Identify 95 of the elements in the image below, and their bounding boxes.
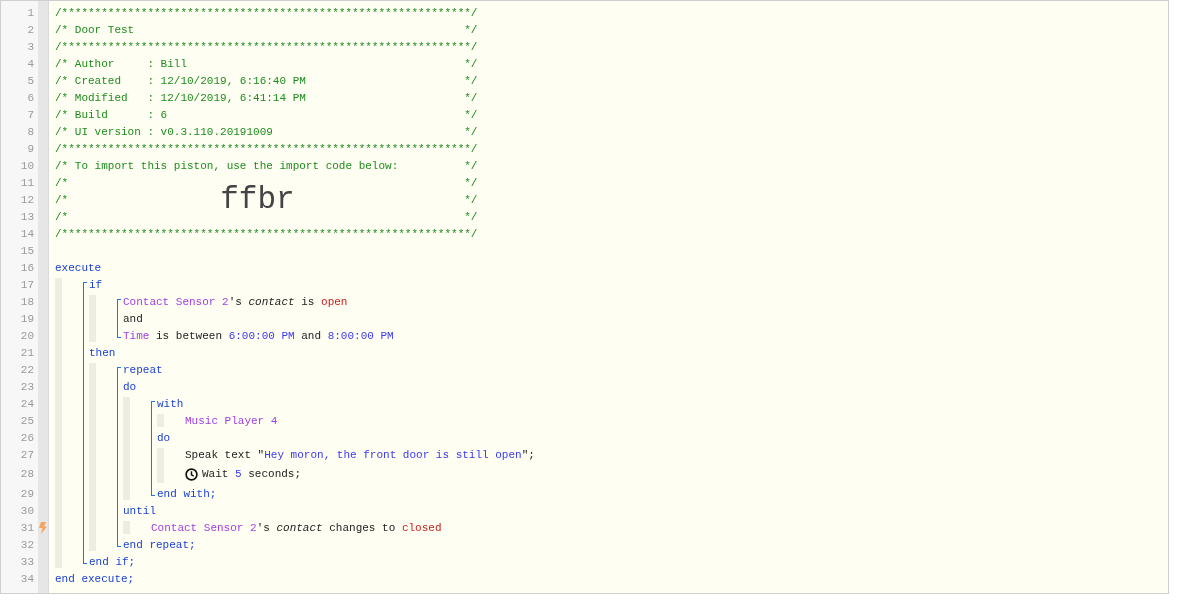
comment-text: */ xyxy=(464,210,478,223)
line-number: 1 xyxy=(27,6,34,19)
comment-text: */ xyxy=(464,74,478,87)
import-code: ffbr xyxy=(220,184,295,215)
line-number: 9 xyxy=(27,142,34,155)
code-text: and xyxy=(300,329,323,342)
comment-text: /* xyxy=(55,176,69,189)
code-text: 's xyxy=(256,521,271,534)
line-number: 27 xyxy=(20,448,34,461)
comment-text: /* Author : Bill xyxy=(55,57,188,70)
comment-text: /* To import this piston, use the import code below: xyxy=(55,159,399,172)
line-number: 11 xyxy=(20,176,34,189)
code-text: Speak text " xyxy=(185,448,265,461)
literal-value: 5 xyxy=(235,468,242,480)
device-name: Contact Sensor 2 xyxy=(151,521,257,534)
keyword: end repeat; xyxy=(123,538,196,551)
line-number: 5 xyxy=(27,74,34,87)
code-text: is xyxy=(300,295,316,308)
line-number: 19 xyxy=(20,312,34,325)
comment-text: */ xyxy=(464,57,478,70)
line-number: 12 xyxy=(20,193,34,206)
keyword: if xyxy=(89,278,103,291)
line-number: 14 xyxy=(20,227,34,240)
comment-text: /* UI version : v0.3.110.20191009 xyxy=(55,125,273,138)
line-number: 25 xyxy=(20,414,34,427)
comment-text: */ xyxy=(464,108,478,121)
code-text: 's xyxy=(228,295,243,308)
line-number: 2 xyxy=(27,23,34,36)
line-number: 16 xyxy=(20,261,34,274)
keyword: until xyxy=(123,504,156,517)
comment-text: */ xyxy=(464,23,478,36)
keyword: end execute; xyxy=(55,572,135,585)
comment-text: /* xyxy=(55,210,69,223)
line-number: 8 xyxy=(27,125,34,138)
comment-text: /**************************************************************/ xyxy=(55,227,478,240)
device-name: Time xyxy=(123,329,150,342)
value-text: open xyxy=(321,295,348,308)
comment-text: /* Created : 12/10/2019, 6:16:40 PM xyxy=(55,74,306,87)
literal-value: Hey moron, the front door is still open xyxy=(264,448,522,461)
attribute-name: contact xyxy=(248,295,295,308)
comment-text: */ xyxy=(464,125,478,138)
keyword: execute xyxy=(55,261,102,274)
code-text: "; xyxy=(521,448,535,461)
line-number: 20 xyxy=(20,329,34,342)
attribute-name: contact xyxy=(276,521,323,534)
code-text: is between xyxy=(155,329,224,342)
comment-text: /* xyxy=(55,193,69,206)
comment-text: /* Door Test xyxy=(55,23,135,36)
literal-value: 8:00:00 PM xyxy=(327,329,394,342)
comment-text: /**************************************************************/ xyxy=(55,6,478,19)
comment-text: */ xyxy=(464,193,478,206)
keyword: do xyxy=(123,380,137,393)
literal-value: 6:00:00 PM xyxy=(228,329,295,342)
line-number: 18 xyxy=(20,295,34,308)
code-text: changes to xyxy=(328,521,397,534)
comment-text: /**************************************************************/ xyxy=(55,40,478,53)
line-number: 13 xyxy=(20,210,34,223)
keyword: do xyxy=(157,431,171,444)
line-number: 4 xyxy=(27,57,34,70)
line-number: 3 xyxy=(27,40,34,53)
keyword: with xyxy=(157,397,184,410)
line-number: 34 xyxy=(20,572,34,585)
line-number: 28 xyxy=(20,468,34,480)
line-number: 10 xyxy=(20,159,34,172)
line-number: 30 xyxy=(20,504,34,517)
line-number: 24 xyxy=(20,397,34,410)
line-number: 26 xyxy=(20,431,34,444)
comment-text: */ xyxy=(464,159,478,172)
comment-text: /**************************************************************/ xyxy=(55,142,478,155)
comment-text: */ xyxy=(464,176,478,189)
code-text: seconds; xyxy=(247,468,302,480)
keyword: end if; xyxy=(89,555,136,568)
keyword: end with; xyxy=(157,487,217,500)
line-number: 6 xyxy=(27,91,34,104)
block-bracket xyxy=(117,299,121,338)
keyword: then xyxy=(89,346,116,359)
line-number: 17 xyxy=(20,278,34,291)
line-number: 15 xyxy=(20,244,34,257)
line-number: 21 xyxy=(20,346,34,359)
line-number: 31 xyxy=(20,521,34,534)
value-text: closed xyxy=(401,521,442,534)
comment-text: /* Modified : 12/10/2019, 6:41:14 PM xyxy=(55,91,306,104)
code-text: and xyxy=(123,312,143,325)
keyword: repeat xyxy=(123,363,163,376)
line-number: 23 xyxy=(20,380,34,393)
device-name: Music Player 4 xyxy=(185,414,278,427)
line-number: 29 xyxy=(20,487,34,500)
device-name: Contact Sensor 2 xyxy=(123,295,229,308)
code-text: Wait xyxy=(202,468,230,480)
line-number: 33 xyxy=(20,555,34,568)
comment-text: */ xyxy=(464,91,478,104)
line-number: 32 xyxy=(20,538,34,551)
line-number: 7 xyxy=(27,108,34,121)
line-number: 22 xyxy=(20,363,34,376)
comment-text: /* Build : 6 xyxy=(55,108,168,121)
